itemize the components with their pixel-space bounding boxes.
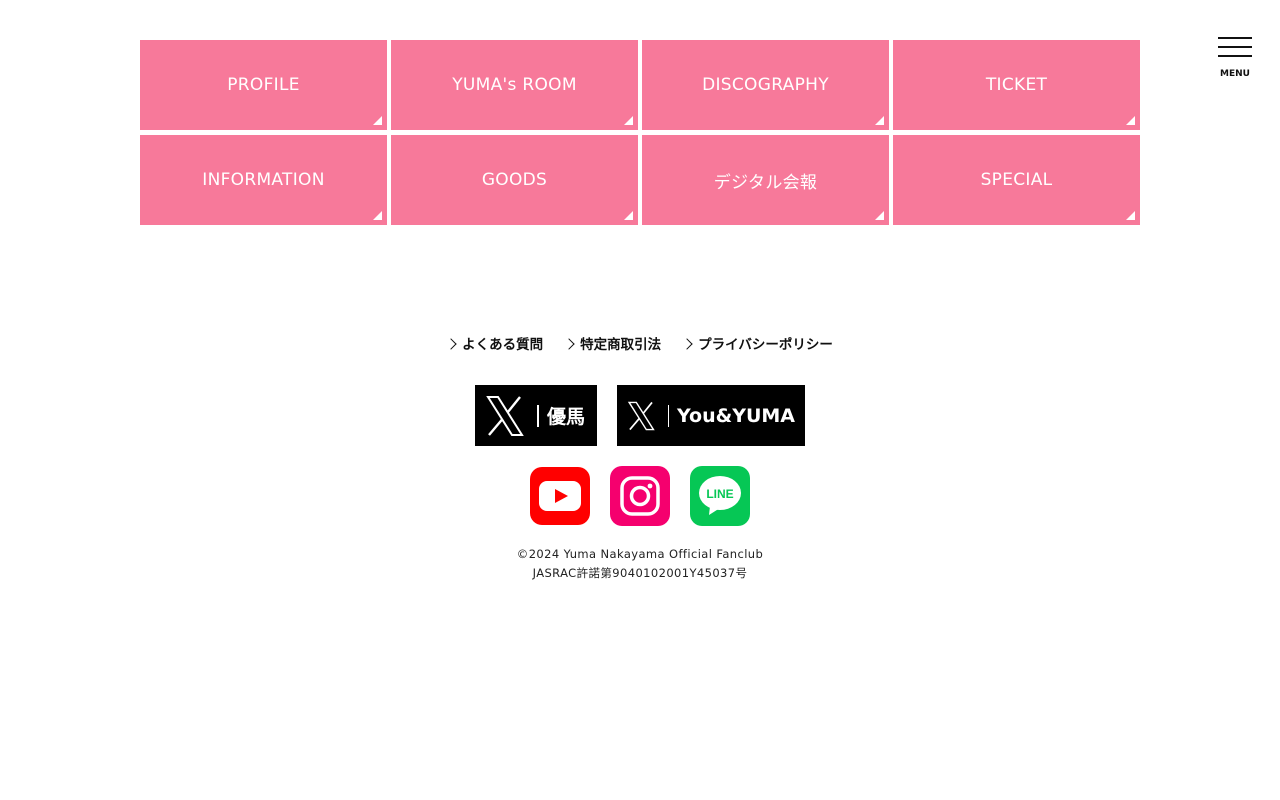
jasrac-license: JASRAC許諾第9040102001Y45037号 [532, 566, 748, 580]
footer-links: よくある質問 特定商取引法 プライバシーポリシー [0, 333, 1280, 353]
x-account-yuma-button[interactable]: 優馬 [475, 385, 597, 446]
corner-triangle-icon [373, 211, 382, 220]
nav-tile-discography[interactable]: DISCOGRAPHY [642, 40, 889, 130]
youtube-icon [539, 481, 581, 511]
nav-tile-digital-bulletin[interactable]: デジタル会報 [642, 135, 889, 225]
nav-tile-label: TICKET [985, 75, 1048, 95]
instagram-icon [620, 476, 660, 516]
youtube-button[interactable] [530, 467, 590, 525]
nav-tile-label: GOODS [481, 170, 548, 190]
instagram-button[interactable] [610, 466, 670, 526]
corner-triangle-icon [1126, 211, 1135, 220]
hamburger-icon-bar [1218, 46, 1252, 48]
footer-link-privacy-policy[interactable]: プライバシーポリシー [681, 333, 833, 353]
nav-tile-profile[interactable]: PROFILE [140, 40, 387, 130]
footer-link-faq[interactable]: よくある質問 [445, 333, 544, 353]
x-logo-icon [627, 401, 655, 430]
nav-tile-label: YUMA's ROOM [452, 75, 577, 95]
copyright-line: ©2024 Yuma Nakayama Official Fanclub [516, 547, 764, 561]
nav-tile-information[interactable]: INFORMATION [140, 135, 387, 225]
hamburger-icon-bar [1218, 55, 1252, 57]
copyright: ©2024 Yuma Nakayama Official Fanclub JAS… [0, 545, 1280, 583]
line-icon: LINE [699, 476, 741, 515]
social-links: LINE [0, 466, 1280, 526]
nav-tile-label: INFORMATION [202, 170, 325, 190]
separator [537, 404, 539, 427]
hamburger-icon [1218, 37, 1252, 39]
chevron-right-icon [445, 337, 457, 350]
nav-tile-label: PROFILE [227, 75, 300, 95]
x-account-you-and-yuma-button[interactable]: You&YUMA [617, 385, 805, 446]
x-account-name: 優馬 [547, 406, 586, 428]
menu-label: MENU [1220, 69, 1250, 79]
corner-triangle-icon [875, 211, 884, 220]
footer-link-label: よくある質問 [462, 337, 544, 353]
corner-triangle-icon [875, 116, 884, 125]
page: PROFILE YUMA's ROOM DISCOGRAPHY TICKET I… [0, 0, 1280, 800]
nav-tile-label: DISCOGRAPHY [702, 75, 829, 95]
line-button[interactable]: LINE [690, 466, 750, 526]
x-account-name: You&YUMA [677, 404, 795, 427]
corner-triangle-icon [1126, 116, 1135, 125]
chevron-right-icon [681, 337, 693, 350]
x-banners: 優馬 You&YUMA [0, 385, 1280, 446]
separator [667, 404, 670, 427]
x-logo-icon [486, 395, 524, 436]
nav-tile-label: デジタル会報 [713, 172, 818, 193]
nav-tile-special[interactable]: SPECIAL [893, 135, 1140, 225]
nav-tile-ticket[interactable]: TICKET [893, 40, 1140, 130]
line-icon-label: LINE [706, 487, 733, 501]
corner-triangle-icon [624, 211, 633, 220]
nav-tile-yumas-room[interactable]: YUMA's ROOM [391, 40, 638, 130]
corner-triangle-icon [624, 116, 633, 125]
nav-tile-goods[interactable]: GOODS [391, 135, 638, 225]
footer-link-label: プライバシーポリシー [698, 337, 833, 353]
footer-link-label: 特定商取引法 [580, 337, 662, 353]
menu-button[interactable]: MENU [1218, 36, 1252, 82]
chevron-right-icon [563, 337, 575, 350]
corner-triangle-icon [373, 116, 382, 125]
nav-tile-label: SPECIAL [980, 170, 1053, 190]
footer-link-commercial-law[interactable]: 特定商取引法 [563, 333, 662, 353]
nav-grid: PROFILE YUMA's ROOM DISCOGRAPHY TICKET I… [140, 40, 1140, 225]
